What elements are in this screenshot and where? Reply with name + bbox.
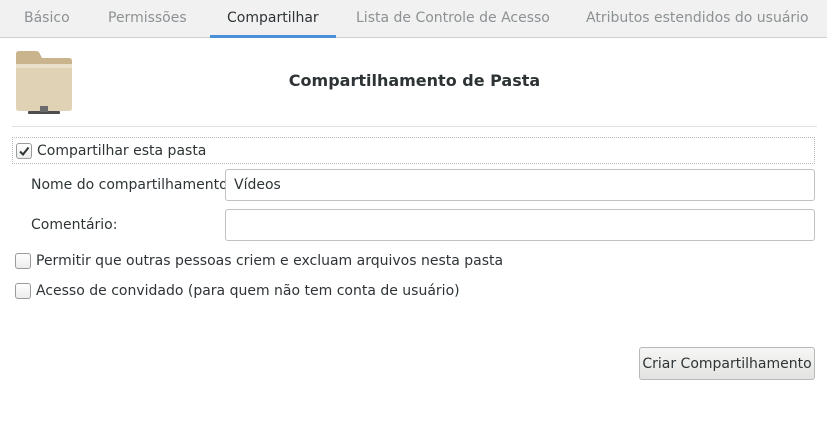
comment-label: Comentário:: [31, 217, 118, 233]
share-header: Compartilhamento de Pasta: [12, 38, 817, 127]
share-folder-checkbox-row[interactable]: Compartilhar esta pasta: [12, 137, 815, 164]
share-folder-checkbox[interactable]: [16, 142, 32, 159]
checkmark-icon: [19, 146, 30, 156]
allow-others-checkbox[interactable]: [15, 253, 31, 269]
tab-bar: Básico Permissões Compartilhar Lista de …: [0, 0, 827, 38]
tab-access-control-list[interactable]: Lista de Controle de Acesso: [356, 0, 550, 37]
tab-basic[interactable]: Básico: [24, 0, 70, 37]
guest-access-checkbox[interactable]: [15, 283, 31, 299]
guest-access-checkbox-row[interactable]: Acesso de convidado (para quem não tem c…: [12, 281, 460, 301]
allow-others-label: Permitir que outras pessoas criem e excl…: [36, 253, 504, 269]
allow-others-checkbox-row[interactable]: Permitir que outras pessoas criem e excl…: [12, 251, 503, 271]
share-name-label: Nome do compartilhamento:: [31, 177, 233, 193]
tab-extended-attributes[interactable]: Atributos estendidos do usuário: [586, 0, 809, 37]
page-title: Compartilhamento de Pasta: [288, 71, 541, 90]
guest-access-label: Acesso de convidado (para quem não tem c…: [36, 283, 460, 299]
create-share-button[interactable]: Criar Compartilhamento: [639, 347, 815, 380]
tab-permissions[interactable]: Permissões: [108, 0, 187, 37]
share-folder-label: Compartilhar esta pasta: [37, 142, 207, 159]
tab-share[interactable]: Compartilhar: [210, 0, 336, 38]
comment-input[interactable]: [225, 209, 815, 241]
share-name-input[interactable]: [225, 169, 815, 201]
